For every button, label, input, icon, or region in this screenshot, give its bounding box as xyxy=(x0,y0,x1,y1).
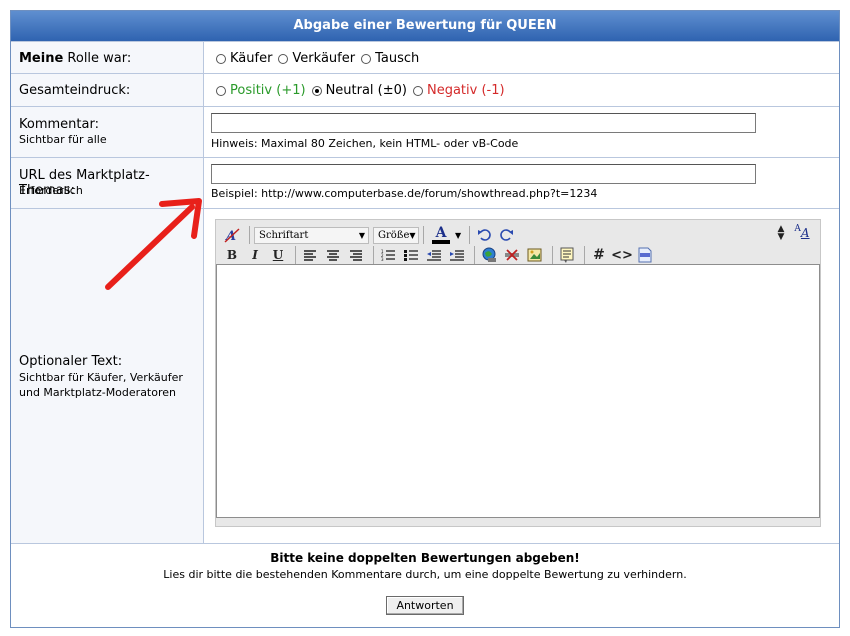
role-option-buyer-label: Käufer xyxy=(230,51,273,66)
font-family-select-value: Schriftart xyxy=(259,229,309,241)
impression-negative-label: Negativ (-1) xyxy=(426,83,505,98)
impression-positive-label: Positiv (+1) xyxy=(230,83,306,98)
role-option-seller-label: Verkäufer xyxy=(292,51,356,66)
role-label-bold: Meine xyxy=(19,51,64,66)
toolbar-separator xyxy=(295,246,296,264)
undo-icon[interactable] xyxy=(474,225,494,245)
optional-label-cell: Optionaler Text: Sichtbar für Käufer, Ve… xyxy=(11,209,204,544)
url-input-cell: Beispiel: http://www.computerbase.de/for… xyxy=(205,158,839,209)
align-right-icon[interactable] xyxy=(346,245,366,265)
url-sublabel: Erforderlich xyxy=(19,184,83,197)
align-center-icon[interactable] xyxy=(323,245,343,265)
editor-toolbar-row2: B I U 123 # <> xyxy=(222,245,658,265)
impression-label: Gesamteindruck: xyxy=(19,83,131,98)
form-footer: Bitte keine doppelten Bewertungen abgebe… xyxy=(11,543,839,628)
submit-button[interactable]: Antworten xyxy=(386,596,464,615)
insert-image-icon[interactable] xyxy=(525,245,545,265)
toolbar-separator xyxy=(249,226,250,244)
role-radio-buyer[interactable]: Käufer xyxy=(216,51,272,66)
optional-sublabel-line2: und Marktplatz-Moderatoren xyxy=(19,386,176,399)
comment-sublabel: Sichtbar für alle xyxy=(19,133,107,146)
font-color-letter: A xyxy=(435,224,447,241)
comment-label-cell: Kommentar: Sichtbar für alle xyxy=(11,107,204,158)
ordered-list-icon[interactable]: 123 xyxy=(378,245,398,265)
url-label-cell: URL des Marktplatz-Themas: Erforderlich xyxy=(11,158,204,209)
wysiwyg-editor: A Schriftart▼ Größe▼ A ▼ ▲▼ xyxy=(215,219,821,527)
optional-label: Optionaler Text: xyxy=(19,354,123,369)
comment-hint: Hinweis: Maximal 80 Zeichen, kein HTML- … xyxy=(211,137,519,150)
role-label: Meine Rolle war: xyxy=(19,51,131,66)
toolbar-separator xyxy=(373,246,374,264)
optional-sublabel-line1: Sichtbar für Käufer, Verkäufer xyxy=(19,371,183,384)
comment-row: Kommentar: Sichtbar für alle Hinweis: Ma… xyxy=(11,106,839,158)
role-radio-seller[interactable]: Verkäufer xyxy=(278,51,355,66)
editor-toolbar-right: ▲ ▼ AA xyxy=(774,223,816,243)
role-option-trade-label: Tausch xyxy=(375,51,420,66)
impression-radio-negative[interactable]: Negativ (-1) xyxy=(412,83,505,98)
insert-link-icon[interactable] xyxy=(479,245,499,265)
bold-icon[interactable]: B xyxy=(222,245,242,265)
clear-formatting-icon[interactable]: A xyxy=(222,225,242,245)
font-family-select[interactable]: Schriftart ▼ xyxy=(254,226,369,244)
font-size-select[interactable]: Größe ▼ xyxy=(373,226,419,244)
impression-radio-positive[interactable]: Positiv (+1) xyxy=(216,83,306,98)
code-icon[interactable]: <> xyxy=(611,245,633,265)
dropdown-arrow-icon: ▼ xyxy=(409,230,416,240)
align-left-icon[interactable] xyxy=(300,245,320,265)
indent-icon[interactable] xyxy=(447,245,467,265)
duplicate-note: Lies dir bitte die bestehenden Kommentar… xyxy=(163,568,687,581)
comment-input[interactable] xyxy=(211,113,756,133)
role-row: Meine Rolle war: Käufer Verkäufer Tausch xyxy=(11,41,839,74)
font-color-swatch xyxy=(432,239,450,244)
url-row: URL des Marktplatz-Themas: Erforderlich … xyxy=(11,157,839,209)
comment-label: Kommentar: xyxy=(19,117,99,132)
toolbar-separator xyxy=(584,246,585,264)
impression-neutral-label: Neutral (±0) xyxy=(325,83,407,98)
impression-row: Gesamteindruck: Positiv (+1) Neutral (±0… xyxy=(11,73,839,107)
outdent-icon[interactable] xyxy=(424,245,444,265)
url-input[interactable] xyxy=(211,164,756,184)
duplicate-warning: Bitte keine doppelten Bewertungen abgebe… xyxy=(270,551,580,565)
radio-circle-icon[interactable] xyxy=(216,85,226,96)
switch-mode-icon[interactable]: AA xyxy=(791,223,813,243)
role-radio-trade[interactable]: Tausch xyxy=(361,51,419,66)
radio-circle-icon[interactable] xyxy=(361,53,372,64)
font-size-select-value: Größe xyxy=(378,229,410,241)
editor-cell: A Schriftart▼ Größe▼ A ▼ ▲▼ xyxy=(205,209,839,544)
radio-circle-selected-icon[interactable] xyxy=(311,85,322,96)
php-icon[interactable] xyxy=(635,245,655,265)
resize-icon[interactable]: ▲ ▼ xyxy=(774,223,788,243)
quote-icon[interactable] xyxy=(557,245,577,265)
toolbar-separator xyxy=(552,246,553,264)
dropdown-arrow-icon[interactable]: ▼ xyxy=(455,231,461,240)
form-title: Abgabe einer Bewertung für QUEEN xyxy=(11,11,839,41)
underline-icon[interactable]: U xyxy=(268,245,288,265)
optional-text-area[interactable] xyxy=(216,264,820,518)
role-options-cell: Käufer Verkäufer Tausch xyxy=(205,42,839,74)
role-label-cell: Meine Rolle war: xyxy=(11,42,204,74)
svg-text:3: 3 xyxy=(381,257,384,261)
comment-input-cell: Hinweis: Maximal 80 Zeichen, kein HTML- … xyxy=(205,107,839,158)
impression-options-cell: Positiv (+1) Neutral (±0) Negativ (-1) xyxy=(205,74,839,107)
font-color-icon[interactable]: A xyxy=(428,225,454,245)
unordered-list-icon[interactable] xyxy=(401,245,421,265)
toolbar-separator xyxy=(469,226,471,244)
optional-text-row: Optionaler Text: Sichtbar für Käufer, Ve… xyxy=(11,208,839,544)
toolbar-separator xyxy=(423,226,424,244)
impression-radio-neutral[interactable]: Neutral (±0) xyxy=(311,83,407,98)
italic-icon[interactable]: I xyxy=(245,245,265,265)
feedback-form: Abgabe einer Bewertung für QUEEN Meine R… xyxy=(10,10,840,628)
impression-label-cell: Gesamteindruck: xyxy=(11,74,204,107)
role-label-rest: Rolle war: xyxy=(63,51,132,66)
remove-link-icon[interactable] xyxy=(502,245,522,265)
editor-toolbar-row1: A Schriftart▼ Größe▼ A ▼ xyxy=(222,225,520,245)
toolbar-separator xyxy=(474,246,475,264)
redo-icon[interactable] xyxy=(497,225,517,245)
radio-circle-icon[interactable] xyxy=(278,53,289,64)
dropdown-arrow-icon: ▼ xyxy=(358,230,365,240)
url-hint: Beispiel: http://www.computerbase.de/for… xyxy=(211,187,598,200)
hash-icon[interactable]: # xyxy=(589,245,609,265)
radio-circle-icon[interactable] xyxy=(216,53,226,64)
radio-circle-icon[interactable] xyxy=(412,85,423,96)
